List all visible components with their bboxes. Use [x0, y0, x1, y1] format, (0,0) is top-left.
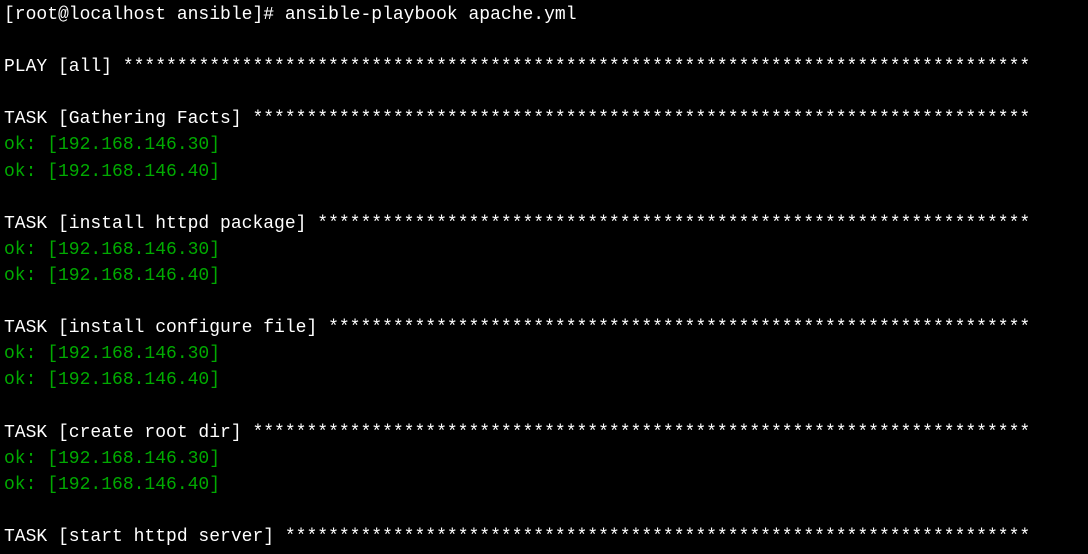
task-header: TASK [Gathering Facts]	[4, 109, 252, 129]
task-header-line: TASK [install configure file] **********…	[4, 315, 1084, 341]
blank-line	[4, 498, 1084, 524]
task-result-ok: ok: [192.168.146.40]	[4, 159, 1084, 185]
blank-line	[4, 289, 1084, 315]
play-stars: ****************************************…	[123, 57, 1030, 77]
blank-line	[4, 80, 1084, 106]
task-header-line: TASK [start httpd server] **************…	[4, 524, 1084, 550]
task-result-ok: ok: [192.168.146.30]	[4, 132, 1084, 158]
command-prompt-line: [root@localhost ansible]# ansible-playbo…	[4, 2, 1084, 28]
task-header-line: TASK [install httpd package] ***********…	[4, 211, 1084, 237]
prompt-prefix: [root@localhost ansible]#	[4, 5, 285, 25]
task-stars: ****************************************…	[285, 527, 1030, 547]
blank-line	[4, 393, 1084, 419]
blank-line	[4, 185, 1084, 211]
task-result-ok: ok: [192.168.146.30]	[4, 446, 1084, 472]
blank-line	[4, 28, 1084, 54]
task-result-ok: ok: [192.168.146.30]	[4, 341, 1084, 367]
play-header-line: PLAY [all] *****************************…	[4, 54, 1084, 80]
task-result-ok: ok: [192.168.146.40]	[4, 263, 1084, 289]
task-stars: ****************************************…	[252, 109, 1030, 129]
command-text: ansible-playbook apache.yml	[285, 5, 577, 25]
task-header: TASK [install httpd package]	[4, 214, 317, 234]
task-result-ok: ok: [192.168.146.40]	[4, 472, 1084, 498]
task-header-line: TASK [Gathering Facts] *****************…	[4, 106, 1084, 132]
task-header: TASK [create root dir]	[4, 423, 252, 443]
task-header-line: TASK [create root dir] *****************…	[4, 420, 1084, 446]
task-stars: ****************************************…	[252, 423, 1030, 443]
play-header: PLAY [all]	[4, 57, 123, 77]
task-stars: ****************************************…	[328, 318, 1030, 338]
task-result-ok: ok: [192.168.146.30]	[4, 237, 1084, 263]
task-header: TASK [start httpd server]	[4, 527, 285, 547]
task-result-ok: ok: [192.168.146.40]	[4, 367, 1084, 393]
task-stars: ****************************************…	[317, 214, 1030, 234]
task-header: TASK [install configure file]	[4, 318, 328, 338]
